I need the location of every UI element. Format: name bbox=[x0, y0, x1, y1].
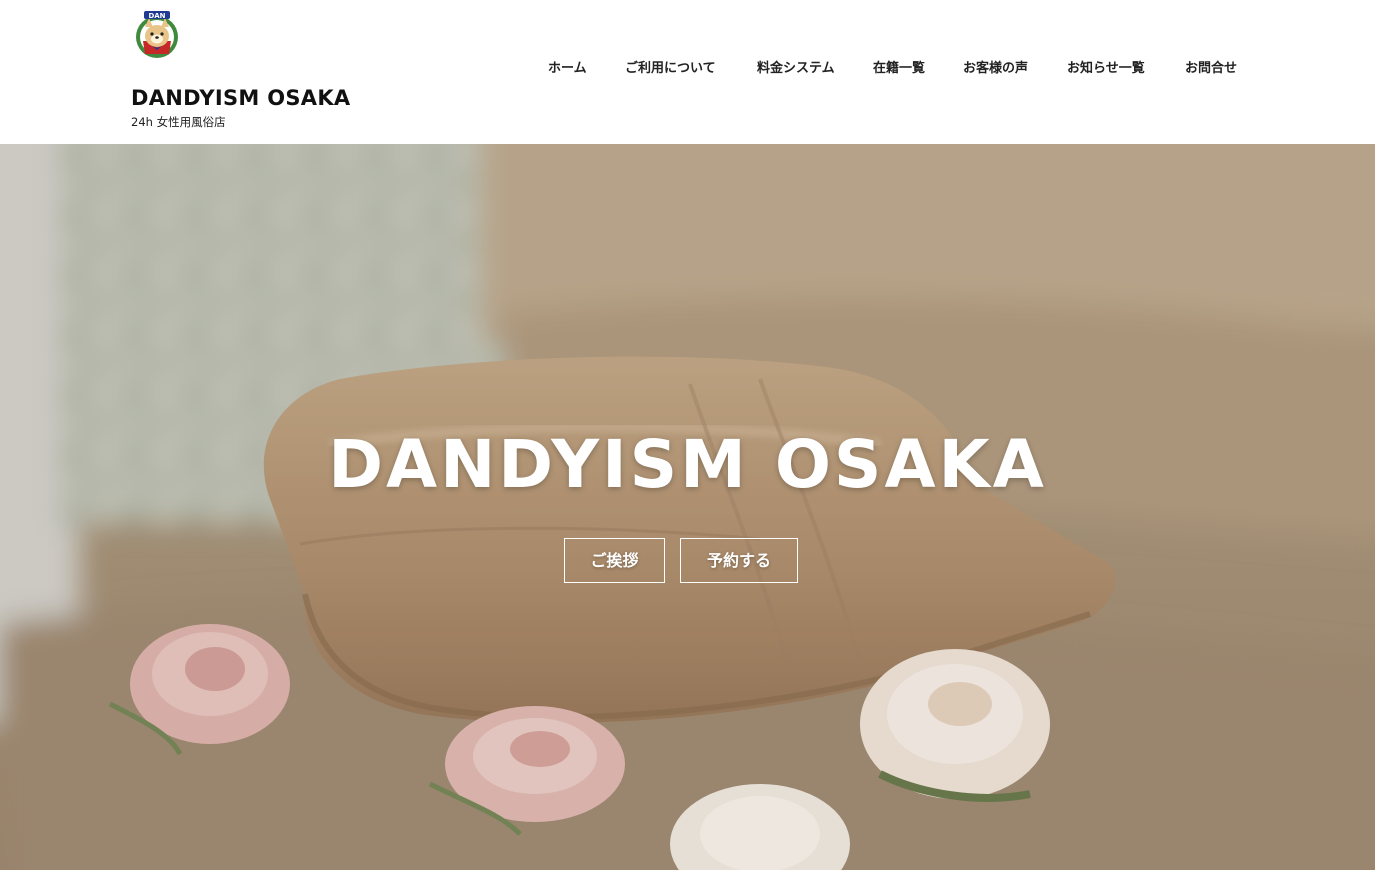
nav-item-home[interactable]: ホーム bbox=[548, 58, 587, 80]
hero-background-image bbox=[0, 144, 1375, 870]
nav-item-news[interactable]: お知らせ一覧 bbox=[1067, 58, 1145, 80]
nav-item-contact[interactable]: お問合せ bbox=[1185, 58, 1237, 80]
hero-section: DANDYISM OSAKA ご挨拶 予約する bbox=[0, 144, 1375, 870]
reserve-button[interactable]: 予約する bbox=[680, 538, 798, 583]
site-tagline: 24h 女性用風俗店 bbox=[131, 115, 226, 129]
nav-item-pricing[interactable]: 料金システム bbox=[757, 58, 835, 80]
nav-item-reviews[interactable]: お客様の声 bbox=[963, 58, 1028, 80]
greeting-button[interactable]: ご挨拶 bbox=[564, 538, 665, 583]
nav-item-cast-list[interactable]: 在籍一覧 bbox=[873, 58, 925, 80]
main-nav: ホーム ご利用について 料金システム 在籍一覧 お客様の声 お知らせ一覧 お問合… bbox=[548, 58, 1248, 80]
site-header: DAN DANDYISM OSAKA 24h 女性用風俗店 ホーム ご利用につい… bbox=[0, 0, 1375, 144]
hero-title: DANDYISM OSAKA bbox=[328, 426, 1047, 503]
site-title[interactable]: DANDYISM OSAKA bbox=[131, 86, 350, 110]
logo-text: DAN bbox=[148, 12, 165, 20]
nav-item-usage[interactable]: ご利用について bbox=[625, 58, 716, 80]
dog-mascot-logo-icon: DAN bbox=[136, 11, 178, 58]
site-logo[interactable]: DAN bbox=[133, 10, 181, 60]
